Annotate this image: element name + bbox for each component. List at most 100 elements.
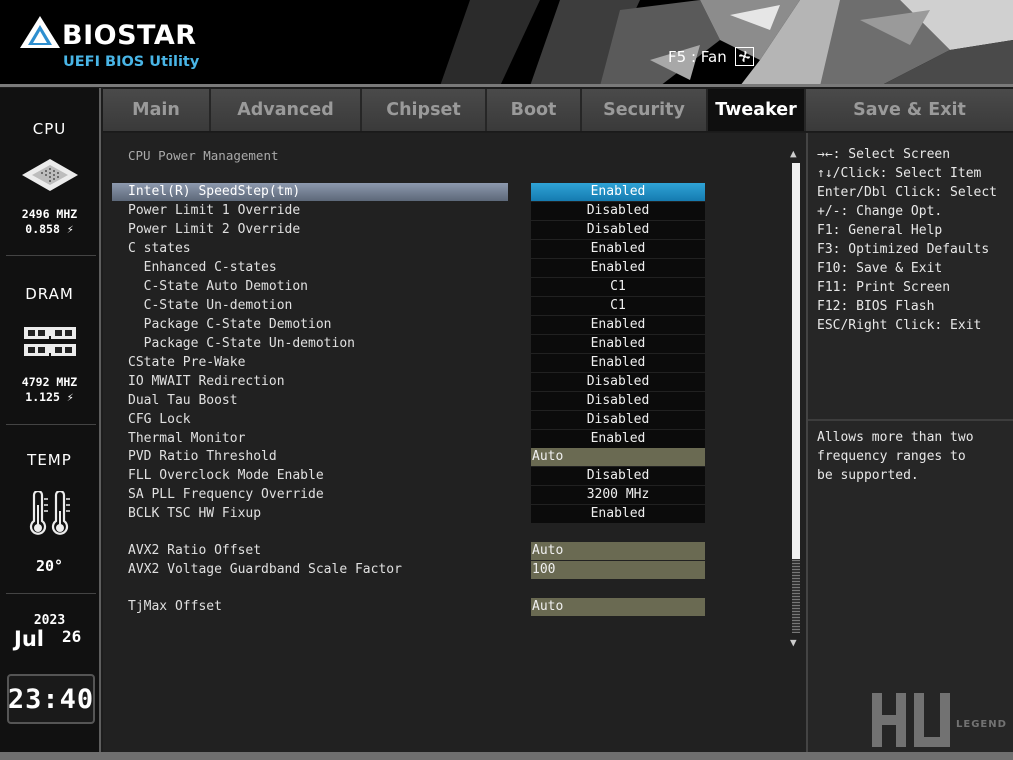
system-status-panel: CPU 2496 MHZ 0.858 ⚡ DRAM 4792 MHZ 1.125…: [0, 88, 101, 752]
temp-title: TEMP: [27, 451, 72, 469]
setting-label-c-state-un-demotion[interactable]: C-State Un-demotion: [128, 297, 293, 315]
cpu-chip-icon: [22, 159, 78, 191]
clock-separator: :: [42, 683, 60, 715]
help-key-line: F1: General Help: [817, 223, 943, 238]
setting-value-speedstep[interactable]: Enabled: [531, 183, 705, 201]
help-key-line: Enter/Dbl Click: Select: [817, 185, 998, 200]
setting-label-fll-overclock-mode[interactable]: FLL Overclock Mode Enable: [128, 467, 324, 485]
clock-hour: 23: [7, 683, 43, 715]
setting-value-enhanced-c-states[interactable]: Enabled: [531, 259, 705, 277]
help-divider: [808, 419, 1013, 421]
watermark-logo: LEGEND: [868, 691, 1013, 749]
scroll-down-arrow-icon[interactable]: ▼: [790, 636, 797, 649]
tab-advanced[interactable]: Advanced: [211, 89, 362, 131]
menu-tabs: Main Advanced Chipset Boot Security Twea…: [103, 89, 1013, 132]
tab-security[interactable]: Security: [582, 89, 708, 131]
tab-save-exit[interactable]: Save & Exit: [806, 89, 1013, 131]
watermark-logo-icon: [872, 693, 950, 747]
help-key-line: F11: Print Screen: [817, 280, 951, 295]
setting-value-package-c-state-un-demotion[interactable]: Enabled: [531, 335, 705, 353]
setting-value-dual-tau-boost[interactable]: Disabled: [531, 392, 705, 410]
tab-tweaker[interactable]: Tweaker: [708, 89, 806, 131]
cpu-voltage: 0.858 ⚡: [25, 222, 74, 236]
setting-value-avx2-ratio-offset[interactable]: Auto: [531, 542, 705, 560]
section-title: CPU Power Management: [128, 148, 279, 163]
setting-value-thermal-monitor[interactable]: Enabled: [531, 430, 705, 448]
setting-value-cstate-pre-wake[interactable]: Enabled: [531, 354, 705, 372]
help-key-line: F3: Optimized Defaults: [817, 242, 990, 257]
thermometer-icon: [29, 491, 70, 535]
setting-value-cfg-lock[interactable]: Disabled: [531, 411, 705, 429]
setting-value-sa-pll-frequency-override[interactable]: 3200 MHz: [531, 486, 705, 504]
setting-label-sa-pll-frequency-override[interactable]: SA PLL Frequency Override: [128, 486, 324, 504]
scrollbar-track[interactable]: [792, 559, 800, 633]
date-day: 26: [62, 627, 82, 646]
setting-value-power-limit-1[interactable]: Disabled: [531, 202, 705, 220]
setting-label-c-states[interactable]: C states: [128, 240, 191, 258]
setting-value-power-limit-2[interactable]: Disabled: [531, 221, 705, 239]
help-key-line: →←: Select Screen: [817, 147, 951, 162]
setting-label-dual-tau-boost[interactable]: Dual Tau Boost: [128, 392, 238, 410]
help-description-line: frequency ranges to: [817, 449, 966, 464]
setting-label-io-mwait-redirection[interactable]: IO MWAIT Redirection: [128, 373, 285, 391]
setting-label-cstate-pre-wake[interactable]: CState Pre-Wake: [128, 354, 245, 372]
setting-label-package-c-state-demotion[interactable]: Package C-State Demotion: [128, 316, 332, 334]
setting-label-c-state-auto-demotion[interactable]: C-State Auto Demotion: [128, 278, 308, 296]
setting-label-package-c-state-un-demotion[interactable]: Package C-State Un-demotion: [128, 335, 355, 353]
cpu-frequency: 2496 MHZ: [21, 207, 78, 221]
fan-icon[interactable]: [734, 47, 754, 66]
help-key-line: F12: BIOS Flash: [817, 299, 935, 314]
brand-name: BIOSTAR: [62, 20, 197, 51]
help-key-line: ESC/Right Click: Exit: [817, 318, 982, 333]
bottom-bar: [0, 752, 1013, 760]
setting-value-bclk-tsc-hw-fixup[interactable]: Enabled: [531, 505, 705, 523]
setting-label-avx2-ratio-offset[interactable]: AVX2 Ratio Offset: [128, 542, 261, 560]
setting-value-tjmax-offset[interactable]: Auto: [531, 598, 705, 616]
scrollbar-thumb[interactable]: [792, 163, 800, 559]
date-year: 2023: [33, 613, 66, 628]
help-key-line: +/-: Change Opt.: [817, 204, 943, 219]
cpu-title: CPU: [32, 120, 67, 138]
brand-subtitle: UEFI BIOS Utility: [63, 54, 200, 70]
date-month: Jul: [14, 627, 44, 651]
fan-control-shortcut[interactable]: F5 : Fan: [668, 47, 754, 66]
setting-value-avx2-voltage-guardband[interactable]: 100: [531, 561, 705, 579]
tab-main[interactable]: Main: [103, 89, 211, 131]
setting-label-power-limit-2[interactable]: Power Limit 2 Override: [128, 221, 300, 239]
header-banner: BIOSTAR UEFI BIOS Utility F5 : Fan: [0, 0, 1013, 86]
tab-chipset[interactable]: Chipset: [362, 89, 487, 131]
setting-value-pvd-ratio-threshold[interactable]: Auto: [531, 448, 705, 466]
watermark-text: LEGEND: [956, 719, 1007, 730]
setting-label-speedstep[interactable]: Intel(R) SpeedStep(tm): [112, 183, 508, 201]
setting-label-avx2-voltage-guardband[interactable]: AVX2 Voltage Guardband Scale Factor: [128, 561, 402, 579]
setting-label-pvd-ratio-threshold[interactable]: PVD Ratio Threshold: [128, 448, 277, 466]
scroll-up-arrow-icon[interactable]: ▲: [790, 147, 797, 160]
side-divider: [6, 593, 96, 594]
setting-value-package-c-state-demotion[interactable]: Enabled: [531, 316, 705, 334]
help-description-line: be supported.: [817, 468, 919, 483]
setting-value-c-state-auto-demotion[interactable]: C1: [531, 278, 705, 296]
dram-module-icon: [24, 327, 76, 356]
setting-label-power-limit-1[interactable]: Power Limit 1 Override: [128, 202, 300, 220]
help-panel: →←: Select Screen ↑↓/Click: Select Item …: [806, 133, 1013, 752]
setting-label-cfg-lock[interactable]: CFG Lock: [128, 411, 191, 429]
setting-label-bclk-tsc-hw-fixup[interactable]: BCLK TSC HW Fixup: [128, 505, 261, 523]
setting-value-fll-overclock-mode[interactable]: Disabled: [531, 467, 705, 485]
dram-title: DRAM: [25, 285, 74, 303]
header-separator: [0, 84, 1013, 87]
clock-minute: 40: [59, 683, 95, 715]
settings-panel: CPU Power Management Intel(R) SpeedStep(…: [103, 133, 806, 752]
tab-boot[interactable]: Boot: [487, 89, 582, 131]
fan-shortcut-label: F5 : Fan: [668, 47, 727, 66]
biostar-logo-icon: [20, 16, 60, 48]
setting-label-enhanced-c-states[interactable]: Enhanced C-states: [128, 259, 277, 277]
clock-display: 23:40: [7, 674, 95, 724]
setting-label-thermal-monitor[interactable]: Thermal Monitor: [128, 430, 245, 448]
setting-value-c-states[interactable]: Enabled: [531, 240, 705, 258]
scrollbar[interactable]: [792, 163, 800, 633]
setting-value-io-mwait-redirection[interactable]: Disabled: [531, 373, 705, 391]
setting-value-c-state-un-demotion[interactable]: C1: [531, 297, 705, 315]
help-description-line: Allows more than two: [817, 430, 974, 445]
dram-frequency: 4792 MHZ: [21, 375, 78, 389]
setting-label-tjmax-offset[interactable]: TjMax Offset: [128, 598, 222, 616]
